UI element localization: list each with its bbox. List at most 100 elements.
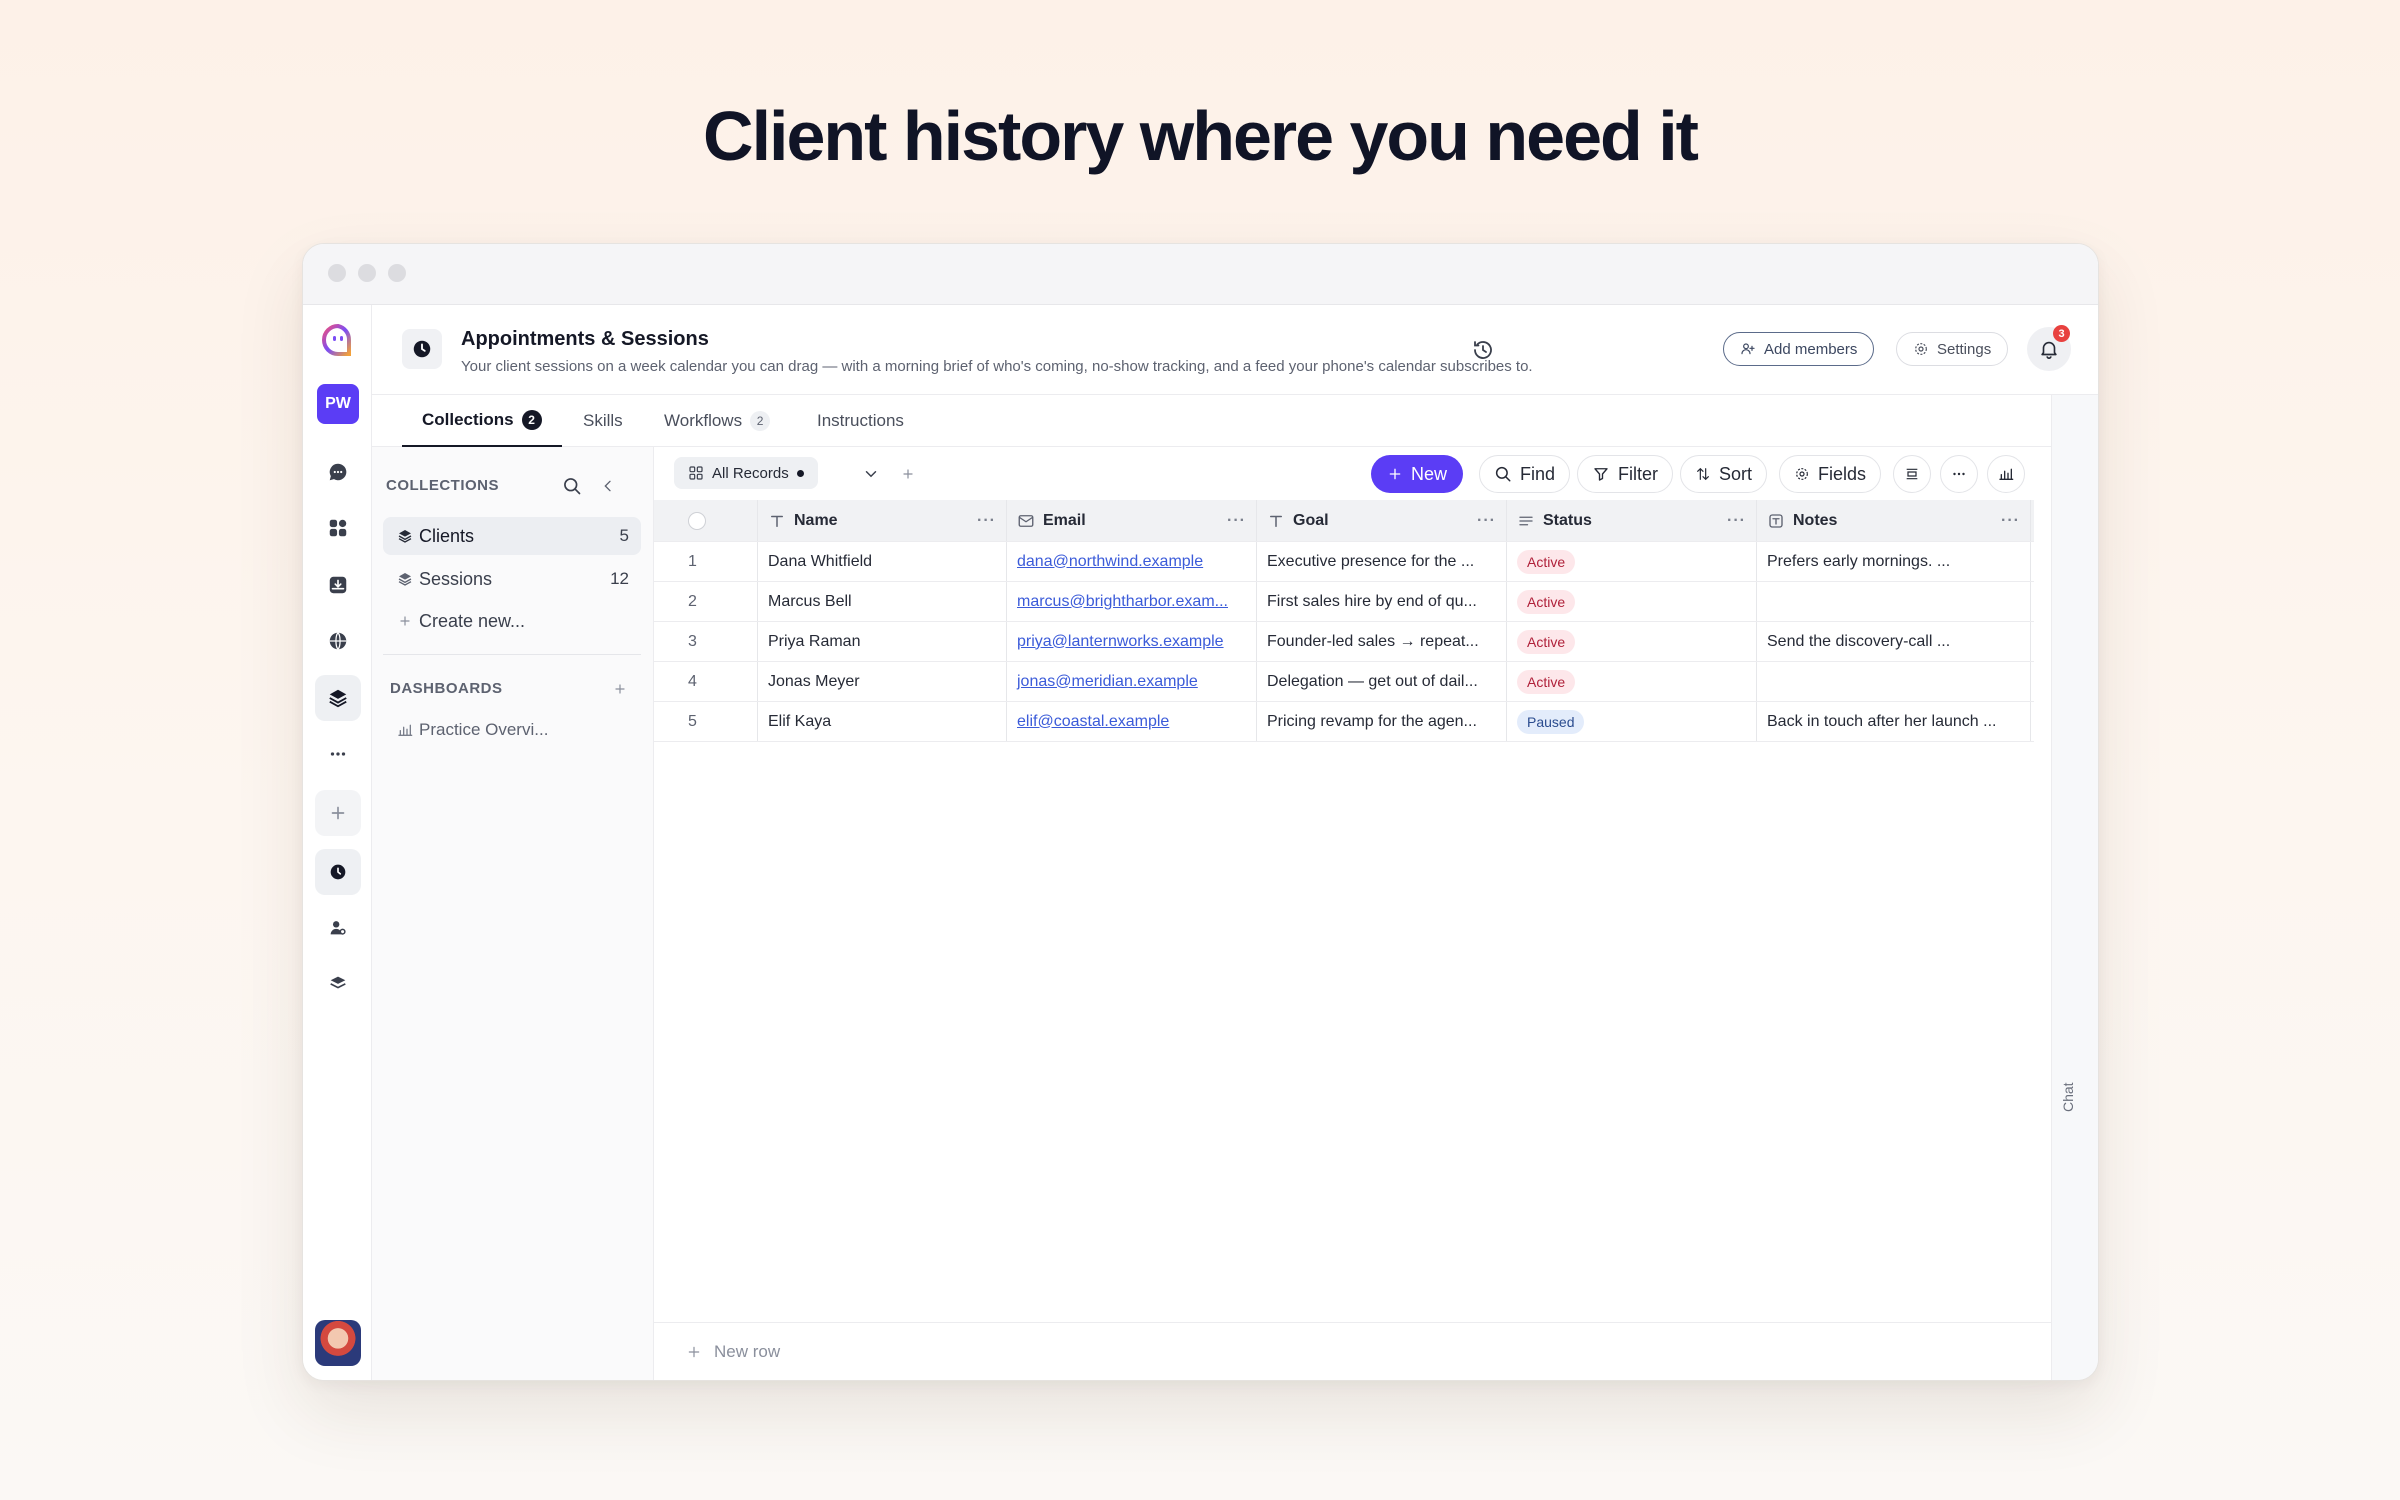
notes-cell[interactable]: Prefers early mornings. ... (1757, 542, 2031, 581)
rail-web[interactable] (315, 618, 361, 664)
add-members-button[interactable]: Add members (1723, 332, 1875, 366)
workspace-tabs: Collections 2 Skills Workflows 2 Instruc… (372, 395, 2051, 447)
notes-cell[interactable] (1757, 582, 2031, 621)
table-row[interactable]: 4 Jonas Meyer jonas@meridian.example Del… (654, 662, 2034, 702)
table-row[interactable]: 1 Dana Whitfield dana@northwind.example … (654, 542, 2034, 582)
email-link[interactable]: jonas@meridian.example (1017, 673, 1198, 691)
user-avatar[interactable] (315, 1320, 361, 1366)
column-header-status[interactable]: Status ··· (1507, 500, 1757, 541)
email-cell[interactable]: marcus@brightharbor.exam... (1007, 582, 1257, 621)
email-cell[interactable]: dana@northwind.example (1007, 542, 1257, 581)
name-cell[interactable]: Marcus Bell (758, 582, 1007, 621)
fields-button[interactable]: Fields (1779, 455, 1882, 493)
notes-cell[interactable] (1757, 662, 2031, 701)
chevron-down-icon[interactable] (862, 465, 880, 483)
column-menu-icon[interactable]: ··· (1227, 512, 1246, 530)
notes-cell[interactable]: Back in touch after her launch ... (1757, 702, 2031, 741)
email-link[interactable]: priya@lanternworks.example (1017, 633, 1224, 651)
status-cell[interactable]: Active (1507, 582, 1757, 621)
rail-people[interactable] (315, 905, 361, 951)
rail-apps[interactable] (315, 505, 361, 551)
column-menu-icon[interactable]: ··· (1477, 512, 1496, 530)
chevron-left-icon[interactable] (600, 478, 616, 494)
add-dashboard-icon[interactable] (612, 681, 628, 697)
clock-icon (330, 864, 346, 880)
collection-item-clients[interactable]: Clients 5 (383, 517, 641, 555)
name-cell[interactable]: Jonas Meyer (758, 662, 1007, 701)
column-menu-icon[interactable]: ··· (2001, 512, 2020, 530)
email-cell[interactable]: jonas@meridian.example (1007, 662, 1257, 701)
rail-collections[interactable] (315, 675, 361, 721)
status-cell[interactable]: Active (1507, 662, 1757, 701)
email-cell[interactable]: priya@lanternworks.example (1007, 622, 1257, 661)
status-cell[interactable]: Active (1507, 622, 1757, 661)
email-link[interactable]: dana@northwind.example (1017, 553, 1203, 571)
status-badge: Active (1517, 629, 1576, 654)
window-maximize-dot[interactable] (388, 264, 406, 282)
goal-cell[interactable]: Founder-led sales → repeat... (1257, 622, 1507, 661)
plus-icon (688, 1346, 700, 1357)
rail-chat[interactable] (315, 449, 361, 495)
rail-inbox[interactable] (315, 562, 361, 608)
filter-button[interactable]: Filter (1577, 455, 1673, 493)
sort-button[interactable]: Sort (1680, 455, 1768, 493)
new-record-button[interactable]: New (1371, 455, 1464, 493)
settings-button[interactable]: Settings (1896, 332, 2009, 366)
more-options-button[interactable] (1940, 455, 1978, 493)
rail-appointments[interactable] (315, 849, 361, 895)
create-new-collection[interactable]: Create new... (383, 602, 641, 640)
rail-more[interactable] (315, 731, 361, 777)
history-icon[interactable] (1471, 338, 1495, 362)
column-header-email[interactable]: Email ··· (1007, 500, 1257, 541)
unsaved-dot (796, 469, 804, 477)
status-cell[interactable]: Active (1507, 542, 1757, 581)
column-header-notes[interactable]: Notes ··· (1757, 500, 2031, 541)
chart-view-button[interactable] (1987, 455, 2025, 493)
rail-add[interactable] (315, 790, 361, 836)
tab-workflows[interactable]: Workflows 2 (664, 395, 771, 447)
column-header-goal[interactable]: Goal ··· (1257, 500, 1507, 541)
collection-item-sessions[interactable]: Sessions 12 (383, 560, 641, 598)
table-header-row: Name ··· Email ··· Goal ··· Status ··· N… (654, 500, 2034, 542)
bar-chart-icon (1999, 468, 2014, 480)
column-menu-icon[interactable]: ··· (977, 512, 996, 530)
add-view-icon[interactable] (900, 466, 916, 482)
table-row[interactable]: 2 Marcus Bell marcus@brightharbor.exam..… (654, 582, 2034, 622)
table-row[interactable]: 5 Elif Kaya elif@coastal.example Pricing… (654, 702, 2034, 742)
email-link[interactable]: marcus@brightharbor.exam... (1017, 593, 1228, 611)
email-link[interactable]: elif@coastal.example (1017, 713, 1169, 731)
table-row[interactable]: 3 Priya Raman priya@lanternworks.example… (654, 622, 2034, 662)
app-logo-icon[interactable] (321, 323, 355, 357)
status-cell[interactable]: Paused (1507, 702, 1757, 741)
row-height-button[interactable] (1893, 455, 1931, 493)
select-all-checkbox[interactable] (688, 511, 706, 530)
workspace-avatar[interactable]: PW (317, 384, 359, 424)
goal-cell[interactable]: Pricing revamp for the agen... (1257, 702, 1507, 741)
column-menu-icon[interactable]: ··· (1727, 512, 1746, 530)
window-minimize-dot[interactable] (358, 264, 376, 282)
new-row-button[interactable]: New row (654, 1322, 2051, 1380)
tab-collections[interactable]: Collections 2 (402, 395, 562, 447)
tab-skills[interactable]: Skills (583, 395, 623, 447)
name-cell[interactable]: Elif Kaya (758, 702, 1007, 741)
goal-cell[interactable]: Executive presence for the ... (1257, 542, 1507, 581)
records-table-area: All Records New Find Filter Sort Fields … (654, 447, 2051, 1380)
column-header-name[interactable]: Name ··· (758, 500, 1007, 541)
chat-panel-toggle[interactable]: Chat (2051, 395, 2098, 1380)
name-cell[interactable]: Priya Raman (758, 622, 1007, 661)
dashboards-heading: DASHBOARDS (390, 680, 503, 697)
rail-stack[interactable] (315, 960, 361, 1006)
find-button[interactable]: Find (1479, 455, 1571, 493)
column-title: Goal (1293, 511, 1329, 529)
view-selector[interactable]: All Records (674, 457, 818, 489)
window-close-dot[interactable] (328, 264, 346, 282)
notes-cell[interactable]: Send the discovery-call ... (1757, 622, 2031, 661)
search-icon[interactable] (562, 476, 582, 496)
name-cell[interactable]: Dana Whitfield (758, 542, 1007, 581)
dashboard-item-practice-overview[interactable]: Practice Overvi... (383, 711, 641, 749)
email-cell[interactable]: elif@coastal.example (1007, 702, 1257, 741)
tab-instructions[interactable]: Instructions (817, 395, 904, 447)
goal-cell[interactable]: Delegation — get out of dail... (1257, 662, 1507, 701)
goal-cell[interactable]: First sales hire by end of qu... (1257, 582, 1507, 621)
window-titlebar (303, 244, 2098, 305)
